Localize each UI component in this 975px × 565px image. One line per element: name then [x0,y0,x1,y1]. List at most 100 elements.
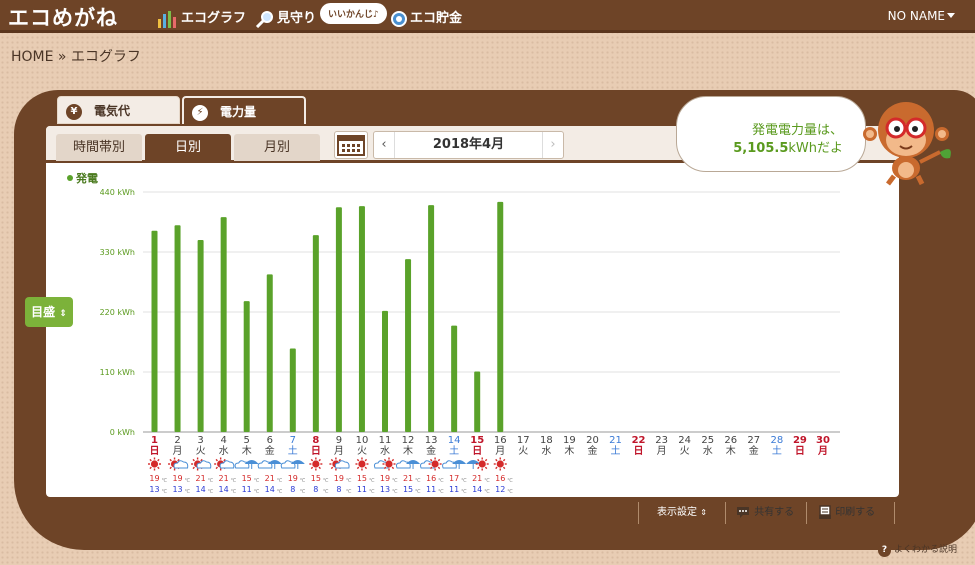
sunny-icon [355,457,369,471]
x-tick-date: 25 [701,435,714,446]
cloud-icon [395,460,411,469]
tab-electricity-cost[interactable]: ¥ 電気代 [57,96,180,124]
x-tick-date: 15 [470,435,484,446]
temp-unit: ℃ [208,478,214,484]
rain-umbrella-icon [406,460,421,464]
temp-unit: ℃ [254,489,260,495]
temp-unit: ℃ [300,489,306,495]
x-tick-weekday: 金 [265,444,275,457]
temp-unit: ℃ [369,478,375,484]
temp-unit: ℃ [438,478,444,484]
tab-daily[interactable]: 日別 [145,134,231,161]
x-tick-weekday: 火 [357,445,367,457]
tab-electricity-cost-label: 電気代 [94,104,131,118]
cloud-icon [257,460,273,469]
x-tick-date: 16 [494,435,507,446]
speech-bubble-icon [737,507,749,518]
sun-ray [383,458,387,462]
x-tick-date: 6 [267,435,273,446]
x-tick-weekday: 水 [703,445,713,457]
x-tick-date: 21 [609,435,622,446]
temp-unit: ℃ [415,489,421,495]
temp-unit: ℃ [162,489,168,495]
sun-ray [484,458,488,462]
x-tick-date: 26 [724,435,737,446]
x-tick-date: 17 [517,435,530,446]
x-tick-weekday: 月 [657,445,667,457]
temp-low: 11 [449,485,459,494]
sun-ray [502,458,506,462]
sunny-icon [148,457,161,471]
cloud-icon [442,460,457,469]
sun-ray [310,458,314,462]
tab-monthly[interactable]: 月別 [234,134,320,161]
sun-ray [338,458,341,462]
magnifier-icon [255,10,273,28]
display-settings-button[interactable]: 表示設定 ⇕ [651,504,713,522]
y-tick-label: 330 kWh [100,248,135,257]
sun-ray [484,466,488,470]
x-tick-date: 5 [244,435,250,446]
temp-high: 16 [426,474,436,483]
temp-low: 14 [472,485,482,494]
x-tick-date: 7 [290,435,296,446]
daily-generation-chart: 発電0 kWh110 kWh220 kWh330 kWh440 kWh1日2月3… [67,171,840,495]
temp-unit: ℃ [392,489,398,495]
sunny-icon [309,457,323,471]
sun-ray [157,458,160,462]
temp-unit: ℃ [346,489,352,495]
bar [335,207,342,432]
calendar-icon [337,135,365,156]
temp-high: 21 [403,474,413,483]
breadcrumb: HOME » エコグラフ [11,49,141,65]
temp-unit: ℃ [231,489,237,495]
temp-unit: ℃ [323,478,329,484]
bar [266,274,273,432]
x-tick-date: 24 [678,435,691,446]
help-link[interactable]: ? よくわかる説明 [878,542,957,557]
nav-eco-graph[interactable]: エコグラフ [157,7,246,28]
x-tick-weekday: 木 [242,445,252,457]
prev-month-button[interactable]: ‹ [374,132,395,158]
app-logo[interactable]: エコめがね [8,2,118,32]
temp-high: 15 [311,474,321,483]
sun-ray [177,458,180,462]
x-tick-weekday: 木 [726,445,736,457]
question-icon: ? [878,544,891,557]
x-tick-weekday: 日 [472,445,482,457]
calendar-button[interactable] [334,131,368,159]
sun-core [312,460,320,468]
summary-value: 5,105.5 [733,141,789,156]
tab-power-amount[interactable]: ⚡ 電力量 [182,96,306,124]
chevron-down-icon[interactable] [947,13,955,18]
temp-high: 19 [288,474,298,483]
print-button[interactable]: 印刷する [818,503,875,525]
sunny-icon [493,457,507,471]
nav-watch[interactable]: 見守り [255,7,316,28]
rain-umbrella-icon [452,460,467,464]
temp-high: 21 [219,474,229,483]
cloud-icon [234,460,250,469]
temp-unit: ℃ [277,489,283,495]
user-menu[interactable]: NO NAME [888,9,945,23]
bar [197,240,204,432]
temp-unit: ℃ [484,478,490,484]
next-month-button[interactable]: › [542,132,563,158]
temp-unit: ℃ [507,489,513,495]
tab-hourly[interactable]: 時間帯別 [56,134,142,161]
divider [725,502,726,524]
temp-low: 14 [265,485,275,494]
sun-core [358,460,366,468]
x-tick-weekday: 火 [518,445,528,457]
x-tick-date: 4 [220,435,226,446]
x-tick-date: 11 [379,435,392,446]
nav-eco-savings[interactable]: エコ貯金 [390,7,462,28]
bar [497,201,504,432]
sun-ray [318,466,321,470]
sun-ray [430,458,433,462]
share-label: 共有する [754,507,795,518]
y-tick-label: 110 kWh [100,368,135,377]
bar [220,217,227,432]
bar [405,259,412,432]
share-button[interactable]: 共有する [735,503,794,525]
